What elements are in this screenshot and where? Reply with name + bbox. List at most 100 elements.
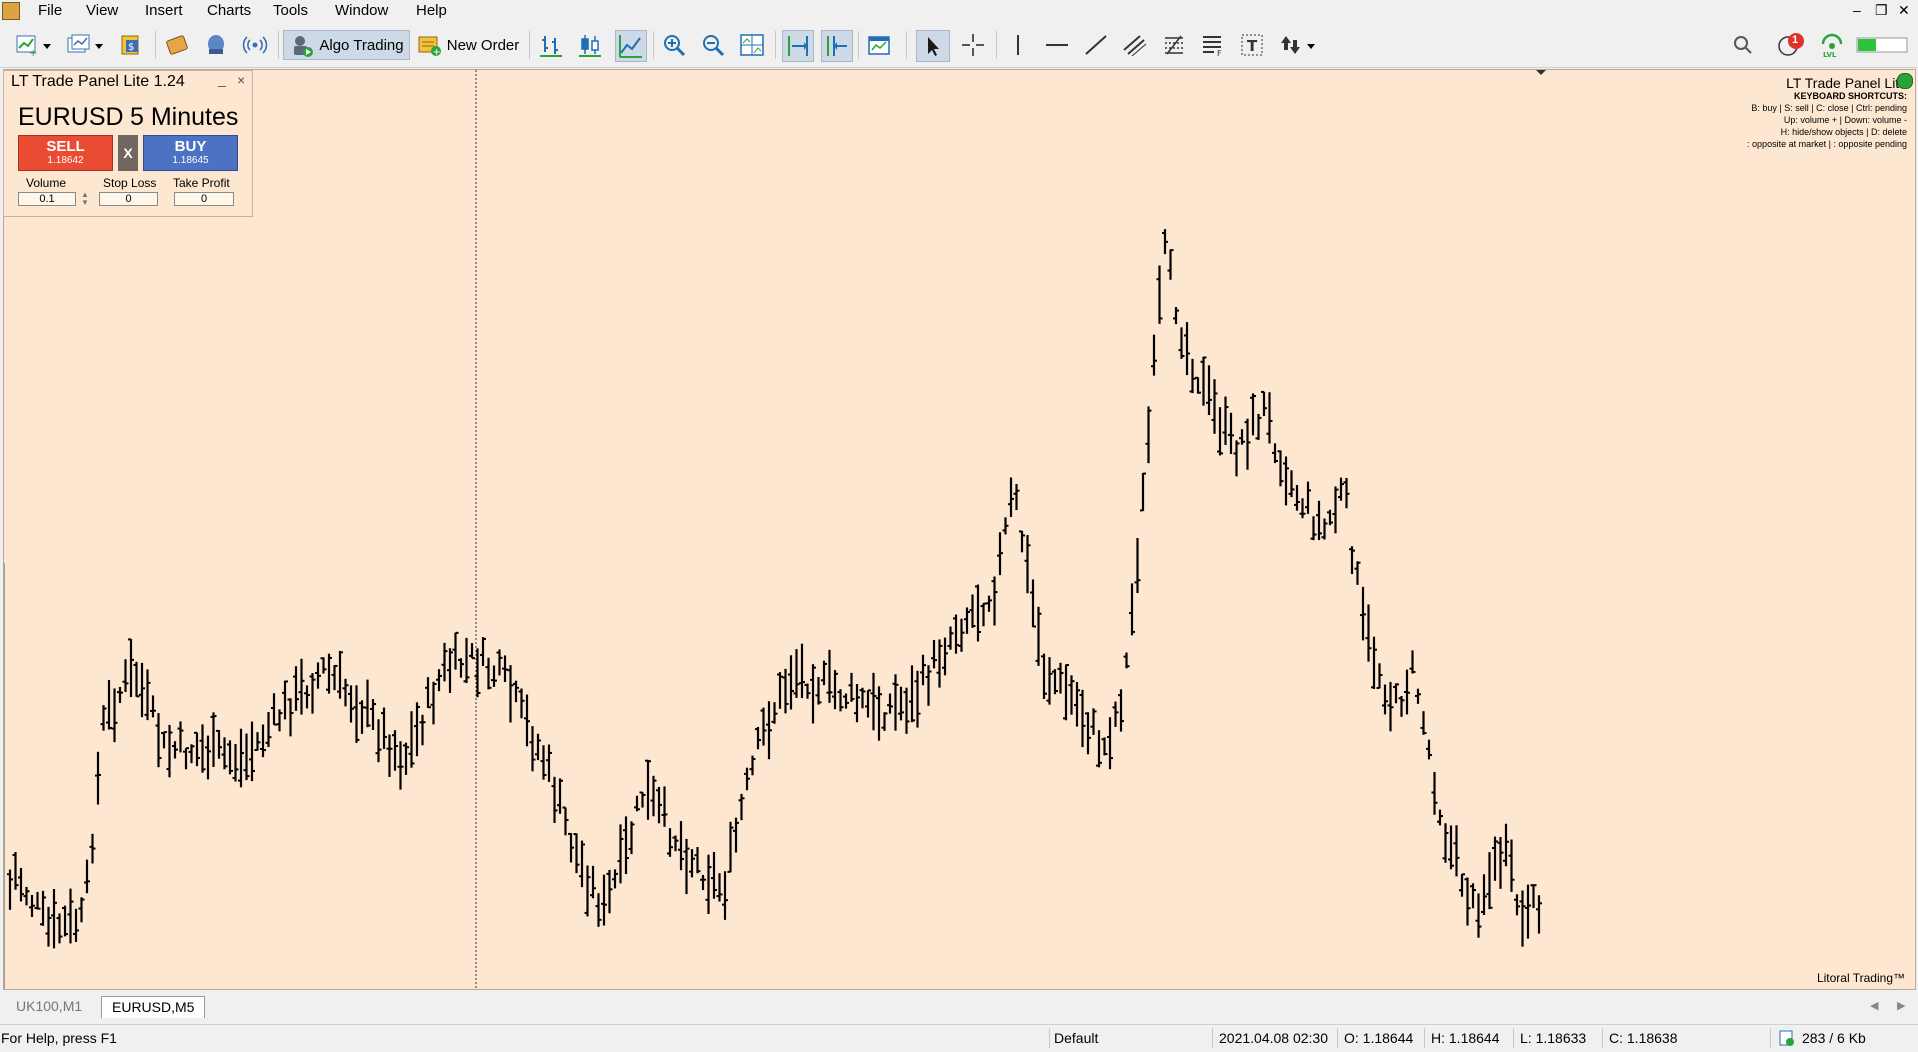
price-bar	[914, 670, 921, 728]
app-icon[interactable]	[2, 2, 20, 20]
price-bar	[1299, 498, 1306, 519]
crosshair-icon[interactable]	[960, 32, 986, 58]
price-bar	[1310, 516, 1317, 541]
algo-trading-button[interactable]: Algo Trading	[283, 30, 410, 60]
chevron-down-icon[interactable]	[40, 32, 54, 58]
vertical-line-icon[interactable]	[1005, 32, 1031, 58]
price-bar	[1288, 470, 1295, 498]
search-icon[interactable]	[1730, 32, 1756, 58]
symbol-label: EURUSD	[18, 103, 124, 131]
buy-button[interactable]: BUY 1.18645	[143, 135, 238, 171]
market-watch-icon[interactable]: $	[118, 32, 144, 58]
cursor-icon[interactable]	[916, 30, 950, 62]
close-icon[interactable]: ✕	[1898, 2, 1910, 18]
connection-status-icon[interactable]	[1856, 32, 1910, 58]
arrows-icon[interactable]	[1278, 32, 1304, 58]
strategy-tester-icon[interactable]	[164, 32, 190, 58]
trend-line-icon[interactable]	[1083, 32, 1109, 58]
price-bar	[1464, 877, 1471, 926]
status-separator	[1337, 1028, 1338, 1048]
fibonacci-icon[interactable]	[1161, 32, 1187, 58]
close-icon[interactable]: ×	[237, 72, 245, 88]
zoom-in-icon[interactable]	[661, 32, 687, 58]
text-label-icon[interactable]: T	[1239, 32, 1265, 58]
menu-file[interactable]: File	[38, 2, 62, 20]
price-bar	[353, 685, 360, 743]
price-bar	[265, 711, 272, 747]
metaeditor-icon[interactable]	[203, 32, 229, 58]
chevron-down-icon[interactable]	[1304, 32, 1318, 58]
line-chart-icon[interactable]	[615, 30, 647, 62]
price-bar	[997, 532, 1003, 576]
vps-icon[interactable]: LVL	[1819, 32, 1845, 58]
stop-loss-input[interactable]: 0	[99, 192, 158, 206]
price-bar	[788, 655, 794, 710]
shortcut-line: : opposite at market | : opposite pendin…	[1747, 139, 1907, 149]
price-bar	[199, 724, 206, 773]
chart-shift-icon[interactable]	[821, 30, 853, 62]
fibonacci-lines-icon[interactable]: F	[1200, 32, 1226, 58]
price-bar	[221, 737, 228, 770]
price-bar	[903, 687, 910, 734]
menu-charts[interactable]: Charts	[207, 2, 251, 20]
minimize-icon[interactable]: _	[218, 71, 226, 87]
price-bar	[683, 838, 690, 895]
price-bar	[854, 684, 860, 723]
tab-uk100-m1[interactable]: UK100,M1	[6, 996, 92, 1018]
price-bar	[188, 744, 195, 764]
equidistant-channel-icon[interactable]	[1122, 32, 1148, 58]
templates-icon[interactable]	[866, 32, 892, 58]
horizontal-line-icon[interactable]	[1044, 32, 1070, 58]
auto-scroll-icon[interactable]	[782, 30, 814, 62]
bar-chart-icon[interactable]	[538, 32, 564, 58]
signals-icon[interactable]	[242, 32, 268, 58]
price-bar	[1371, 636, 1377, 689]
buy-label: BUY	[174, 138, 207, 155]
volume-stepper[interactable]: ▲ ▼	[81, 191, 89, 207]
toolbar: + $ Algo Trading + New Order F T 1 LVL	[0, 23, 1918, 68]
price-bar	[1382, 684, 1388, 715]
price-bar	[920, 654, 926, 686]
take-profit-input[interactable]: 0	[174, 192, 234, 206]
trade-panel[interactable]: LT Trade Panel Lite 1.24 _ × EURUSD 5 Mi…	[3, 70, 253, 217]
price-bar	[447, 648, 453, 693]
price-bar	[557, 778, 563, 814]
tile-windows-icon[interactable]	[739, 32, 765, 58]
restore-icon[interactable]: ❐	[1875, 2, 1888, 18]
chart-window[interactable]: LT Trade Panel Lite KEYBOARD SHORTCUTS: …	[3, 69, 1916, 990]
menu-window[interactable]: Window	[335, 2, 388, 20]
price-bar	[1156, 265, 1163, 324]
zoom-out-icon[interactable]	[700, 32, 726, 58]
profiles-icon[interactable]	[66, 32, 92, 58]
menu-tools[interactable]: Tools	[273, 2, 308, 20]
volume-input[interactable]: 0.1	[18, 192, 76, 206]
price-bar	[56, 913, 63, 944]
new-chart-icon[interactable]: +	[14, 32, 40, 58]
price-bar	[733, 817, 739, 853]
new-order-button[interactable]: + New Order	[414, 30, 522, 60]
price-bar	[799, 643, 805, 699]
price-bar	[106, 680, 112, 730]
price-bar	[601, 874, 607, 926]
tab-eurusd-m5[interactable]: EURUSD,M5	[101, 996, 206, 1018]
price-bar	[947, 626, 954, 650]
price-bar	[122, 659, 129, 692]
price-bar	[430, 681, 437, 725]
minimize-icon[interactable]: –	[1853, 2, 1861, 18]
tabs-scroll-left-icon[interactable]: ◀	[1870, 999, 1878, 1012]
price-bar	[155, 713, 162, 768]
menu-view[interactable]: View	[86, 2, 118, 20]
menu-help[interactable]: Help	[416, 2, 447, 20]
chevron-down-icon[interactable]	[92, 32, 106, 58]
sell-button[interactable]: SELL 1.18642	[18, 135, 113, 171]
profile-name[interactable]: Default	[1054, 1030, 1098, 1047]
price-bar	[1393, 683, 1399, 704]
price-bar	[1041, 653, 1047, 699]
tabs-scroll-right-icon[interactable]: ▶	[1897, 999, 1905, 1012]
price-bar	[711, 852, 717, 899]
close-positions-button[interactable]: X	[118, 135, 138, 171]
price-bar	[1206, 365, 1212, 415]
notifications-icon[interactable]: 1	[1776, 32, 1810, 58]
menu-insert[interactable]: Insert	[145, 2, 183, 20]
candlestick-chart-icon[interactable]	[577, 32, 603, 58]
